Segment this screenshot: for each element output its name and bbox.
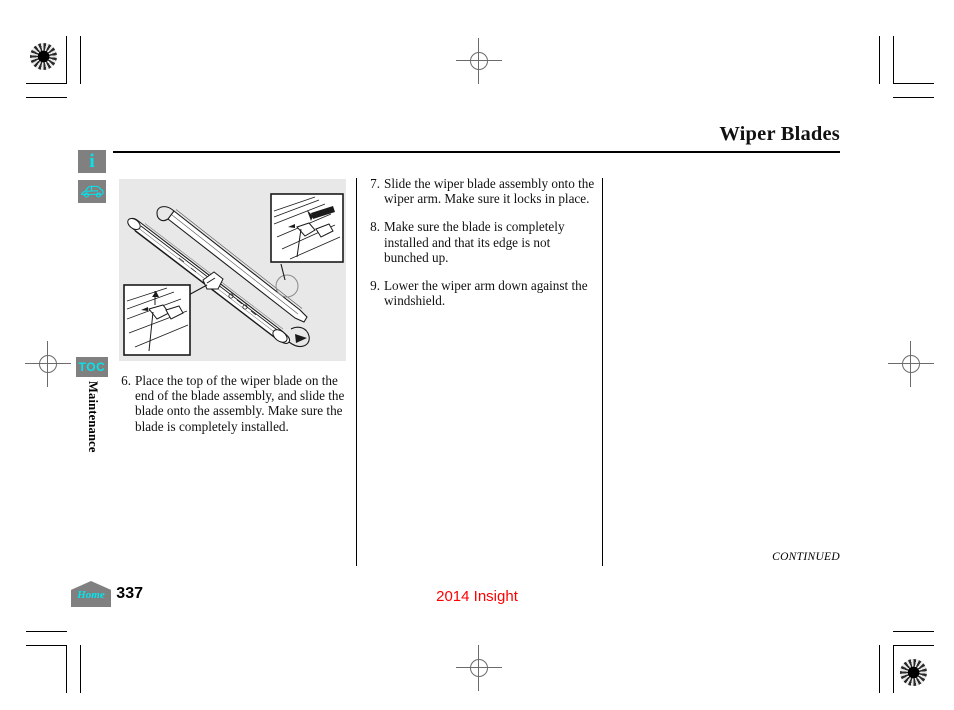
step-number: 9. xyxy=(370,278,380,294)
crop-mark-br-h xyxy=(893,631,934,633)
crop-mark-tl-v2 xyxy=(80,36,82,84)
crop-mark-tr-v xyxy=(879,36,881,84)
continued-label: CONTINUED xyxy=(772,551,840,563)
registration-crosshair-top xyxy=(456,38,502,84)
header-rule xyxy=(113,151,840,153)
registration-target-top-left xyxy=(30,43,57,70)
crop-mark-br-h2 xyxy=(893,645,934,647)
model-year-label: 2014 Insight xyxy=(436,588,518,605)
crop-mark-br-v2 xyxy=(893,645,895,693)
column-divider-right xyxy=(602,178,604,566)
info-icon-button[interactable]: i xyxy=(78,150,106,173)
section-label-maintenance: Maintenance xyxy=(86,381,100,453)
step-number: 8. xyxy=(370,219,380,235)
step-text: Lower the wiper arm down against the win… xyxy=(384,278,588,309)
crop-mark-tl-h xyxy=(26,83,67,85)
crop-mark-bl-h xyxy=(26,631,67,633)
step-number: 6. xyxy=(121,373,131,388)
page-number: 337 xyxy=(116,585,143,602)
page-title: Wiper Blades xyxy=(719,123,840,145)
crop-mark-tr-h xyxy=(893,83,934,85)
crop-mark-bl-v xyxy=(66,645,68,693)
steps-left-column: 6. Place the top of the wiper blade on t… xyxy=(116,373,348,434)
vehicle-icon-button[interactable] xyxy=(78,180,106,203)
crop-mark-br-v xyxy=(879,645,881,693)
list-item: 9. Lower the wiper arm down against the … xyxy=(365,278,595,308)
crop-mark-tl-v xyxy=(66,36,68,84)
registration-crosshair-bottom xyxy=(456,645,502,691)
crop-mark-tr-v2 xyxy=(893,36,895,84)
list-item: 8. Make sure the blade is completely ins… xyxy=(365,219,595,265)
registration-target-bottom-right xyxy=(900,659,927,686)
step-text: Slide the wiper blade assembly onto the … xyxy=(384,176,595,207)
list-item: 7. Slide the wiper blade assembly onto t… xyxy=(365,176,595,206)
step-text: Make sure the blade is completely instal… xyxy=(384,219,565,265)
info-icon: i xyxy=(89,151,95,172)
registration-crosshair-right xyxy=(888,341,934,387)
vehicle-icon xyxy=(80,185,104,198)
crop-mark-tr-h2 xyxy=(893,97,934,99)
column-divider-left xyxy=(356,178,358,566)
wiper-blade-illustration xyxy=(119,179,346,361)
crop-mark-tl-h2 xyxy=(26,97,67,99)
registration-crosshair-left xyxy=(25,341,71,387)
step-number: 7. xyxy=(370,176,380,191)
list-item: 6. Place the top of the wiper blade on t… xyxy=(116,373,348,434)
crop-mark-bl-h2 xyxy=(26,645,67,647)
step-text: Place the top of the wiper blade on the … xyxy=(135,373,345,434)
crop-mark-bl-v2 xyxy=(80,645,82,693)
steps-right-column: 7. Slide the wiper blade assembly onto t… xyxy=(365,176,595,308)
toc-button[interactable]: TOC xyxy=(76,357,108,377)
